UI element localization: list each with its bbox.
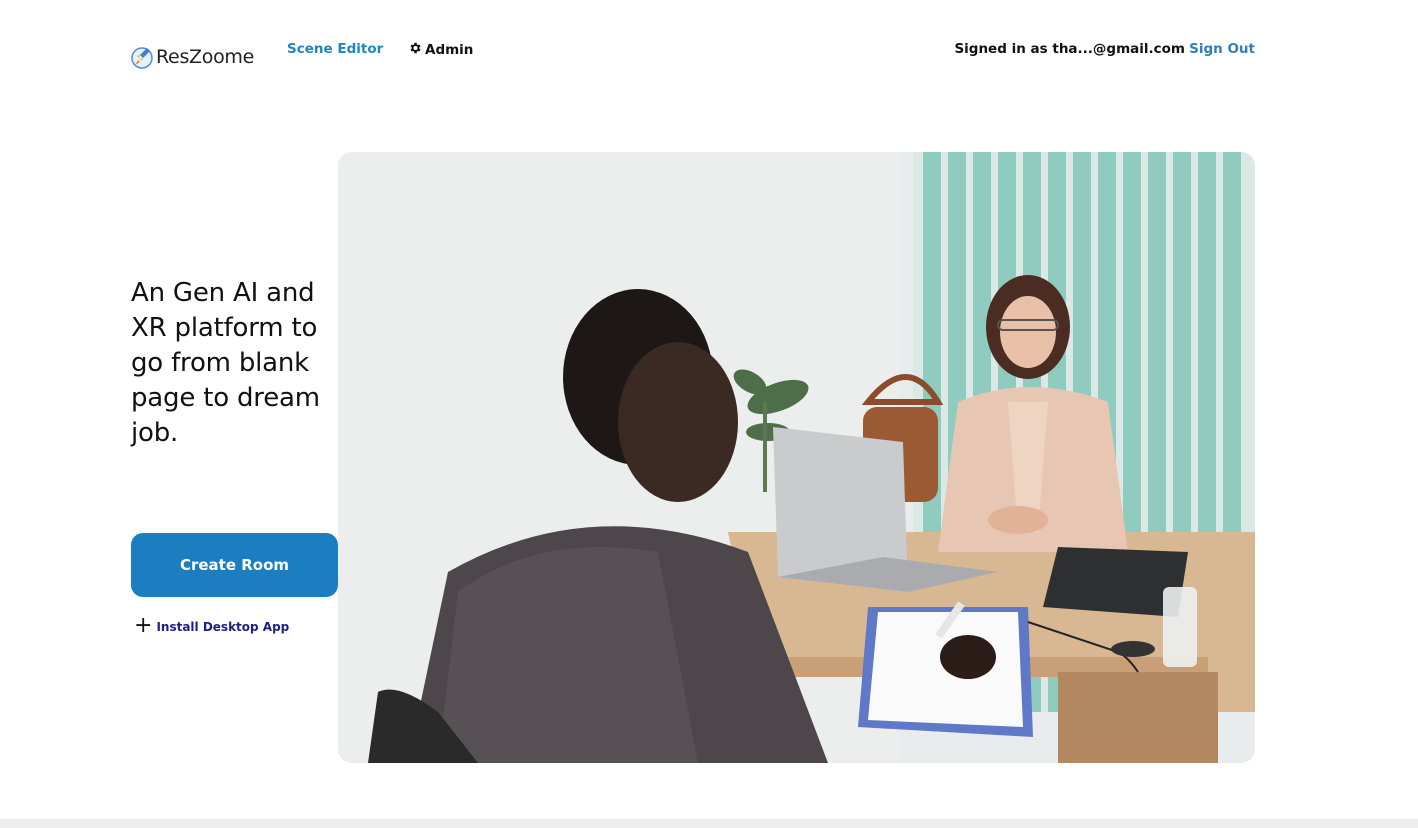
install-desktop-app-label: Install Desktop App [156, 620, 290, 634]
page: ResZoome Scene Editor Admin Signed in as… [0, 0, 1418, 828]
signed-in-text: Signed in as tha...@gmail.com [954, 41, 1185, 57]
logo[interactable]: ResZoome [131, 44, 254, 70]
plus-icon: + [134, 613, 153, 638]
footer-strip [0, 819, 1418, 828]
nav-admin-label: Admin [425, 42, 474, 58]
gear-icon [408, 41, 422, 59]
hero-headline: An Gen AI and XR platform to go from bla… [131, 278, 320, 448]
nav-scene-editor[interactable]: Scene Editor [287, 41, 383, 57]
nav-admin[interactable]: Admin [408, 41, 473, 59]
create-room-button[interactable]: Create Room [131, 533, 338, 597]
sign-out-link[interactable]: Sign Out [1189, 41, 1255, 57]
hero-image [338, 152, 1255, 763]
logo-text: ResZoome [156, 46, 254, 68]
rocket-logo-icon [131, 44, 153, 70]
install-desktop-app-link[interactable]: + Install Desktop App [134, 613, 290, 638]
